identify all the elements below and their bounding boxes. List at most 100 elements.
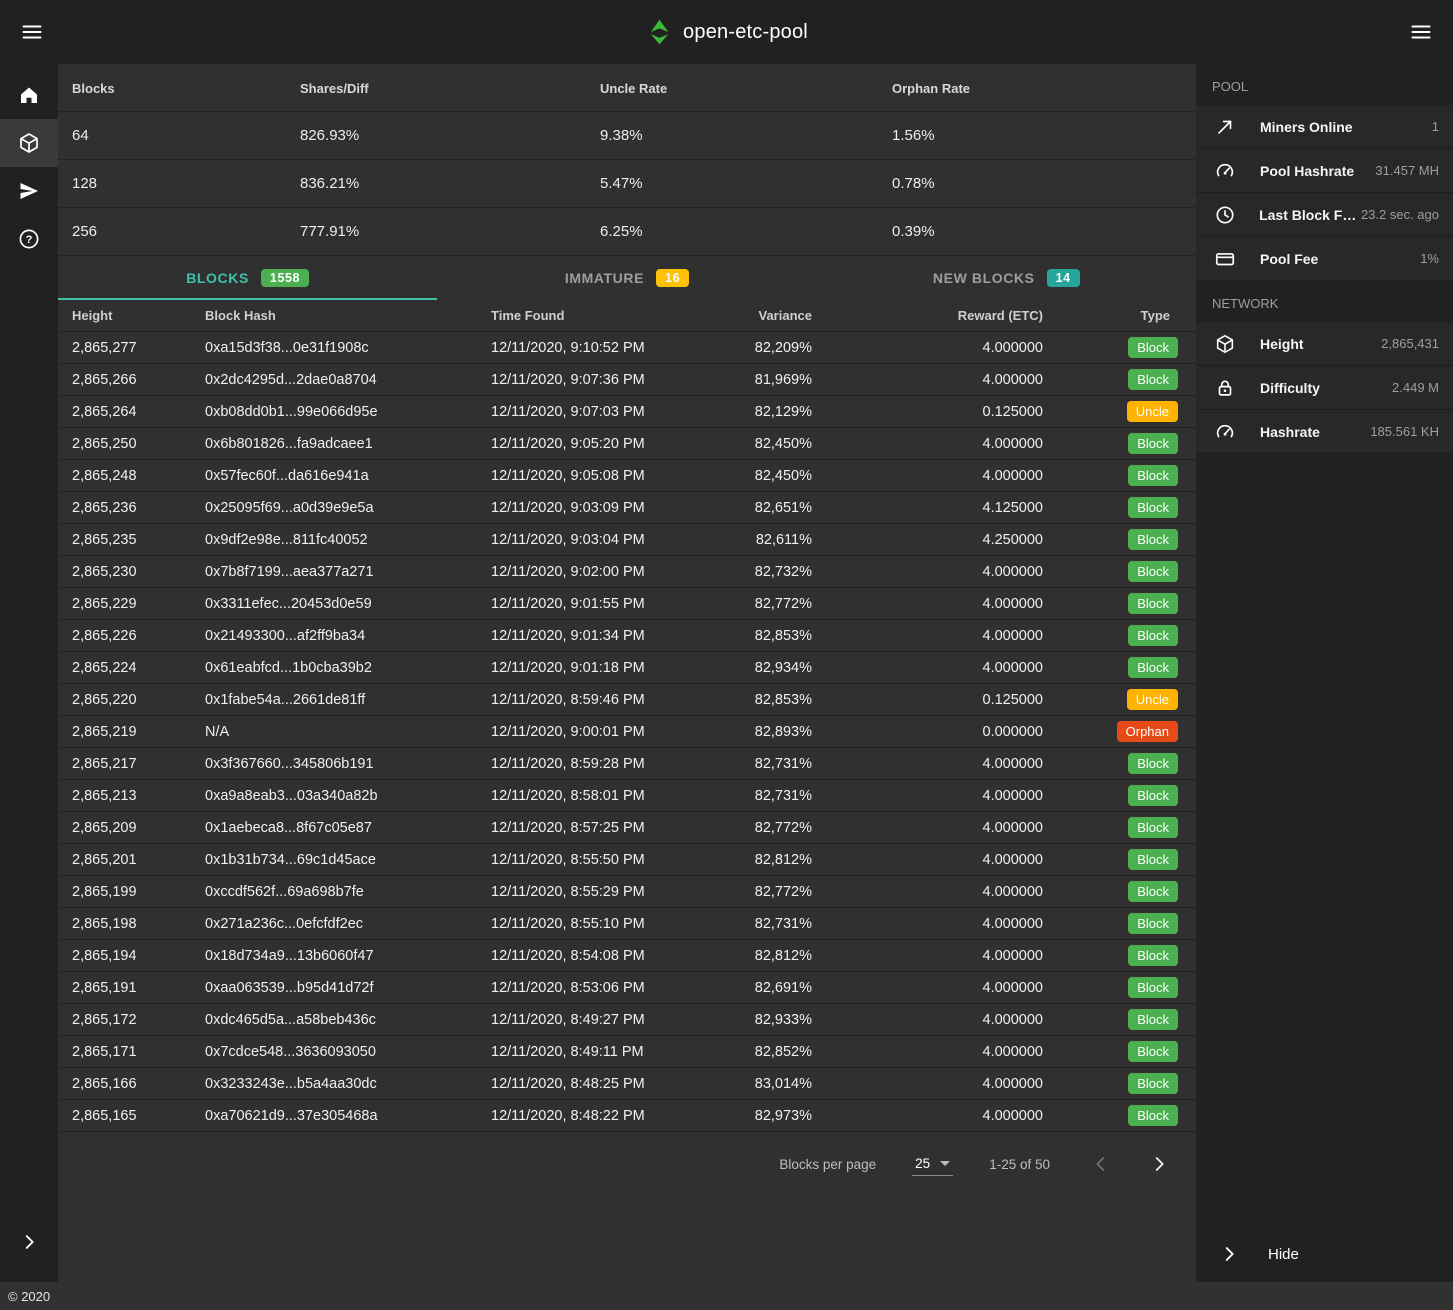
block-hash-cell: 0x57fec60f...da616e941a: [205, 468, 491, 484]
right-menu-button[interactable]: [1401, 12, 1441, 52]
time-found-cell: 12/11/2020, 8:59:46 PM: [491, 692, 737, 708]
table-row[interactable]: 2,865,209 0x1aebeca8...8f67c05e87 12/11/…: [58, 812, 1196, 844]
tab-immature[interactable]: IMMATURE 16: [437, 256, 816, 300]
variance-cell: 82,209%: [737, 340, 812, 356]
nav-menu-button[interactable]: [12, 12, 52, 52]
block-height-cell: 2,865,230: [72, 564, 205, 580]
table-row[interactable]: 2,865,220 0x1fabe54a...2661de81ff 12/11/…: [58, 684, 1196, 716]
stat-value: 23.2 sec. ago: [1361, 207, 1439, 222]
type-cell: Block: [1043, 625, 1182, 646]
type-chip: Block: [1128, 753, 1178, 774]
table-row[interactable]: 2,865,199 0xccdf562f...69a698b7fe 12/11/…: [58, 876, 1196, 908]
variance-cell: 82,129%: [737, 404, 812, 420]
block-hash-cell: N/A: [205, 724, 491, 740]
table-row[interactable]: 2,865,171 0x7cdce548...3636093050 12/11/…: [58, 1036, 1196, 1068]
sidebar-item-help[interactable]: ?: [0, 215, 58, 263]
variance-cell: 82,651%: [737, 500, 812, 516]
reward-cell: 4.000000: [812, 948, 1043, 964]
reward-cell: 4.125000: [812, 500, 1043, 516]
table-row[interactable]: 2,865,235 0x9df2e98e...811fc40052 12/11/…: [58, 524, 1196, 556]
type-cell: Block: [1043, 657, 1182, 678]
tabs: BLOCKS 1558 IMMATURE 16 NEW BLOCKS 14: [58, 256, 1196, 300]
table-row[interactable]: 2,865,165 0xa70621d9...37e305468a 12/11/…: [58, 1100, 1196, 1132]
table-row[interactable]: 2,865,166 0x3233243e...b5a4aa30dc 12/11/…: [58, 1068, 1196, 1100]
table-row[interactable]: 2,865,236 0x25095f69...a0d39e9e5a 12/11/…: [58, 492, 1196, 524]
variance-cell: 82,852%: [737, 1044, 812, 1060]
tab-blocks[interactable]: BLOCKS 1558: [58, 256, 437, 300]
blocks-table-header: Height Block Hash Time Found Variance Re…: [58, 300, 1196, 332]
time-found-cell: 12/11/2020, 9:01:55 PM: [491, 596, 737, 612]
block-hash-cell: 0x7cdce548...3636093050: [205, 1044, 491, 1060]
reward-cell: 4.000000: [812, 1012, 1043, 1028]
network-section-title: NETWORK: [1196, 281, 1453, 322]
table-row[interactable]: 2,865,219 N/A 12/11/2020, 9:00:01 PM 82,…: [58, 716, 1196, 748]
stat-value: 2,865,431: [1381, 336, 1439, 351]
stat-list-item: Difficulty 2.449 M: [1196, 366, 1453, 410]
sidebar-item-home[interactable]: [0, 71, 58, 119]
stat-shares-diff-value: 826.93%: [300, 127, 600, 144]
blocks-icon: [17, 131, 41, 155]
stat-list-item: Pool Fee 1%: [1196, 237, 1453, 281]
time-found-cell: 12/11/2020, 8:59:28 PM: [491, 756, 737, 772]
table-row[interactable]: 2,865,266 0x2dc4295d...2dae0a8704 12/11/…: [58, 364, 1196, 396]
table-row[interactable]: 2,865,264 0xb08dd0b1...99e066d95e 12/11/…: [58, 396, 1196, 428]
column-header: Block Hash: [205, 308, 491, 323]
stat-shares-diff-value: 777.91%: [300, 223, 600, 240]
pagination-range: 1-25 of 50: [989, 1157, 1050, 1172]
stat-blocks-value: 64: [72, 127, 300, 144]
brand: open-etc-pool: [645, 18, 808, 46]
stat-value: 185.561 KH: [1370, 424, 1439, 439]
sidebar-item-blocks[interactable]: [0, 119, 58, 167]
type-chip: Block: [1128, 369, 1178, 390]
table-row[interactable]: 2,865,248 0x57fec60f...da616e941a 12/11/…: [58, 460, 1196, 492]
table-row[interactable]: 2,865,229 0x3311efec...20453d0e59 12/11/…: [58, 588, 1196, 620]
payment-icon: [1214, 248, 1238, 270]
time-found-cell: 12/11/2020, 8:48:22 PM: [491, 1108, 737, 1124]
table-row[interactable]: 2,865,226 0x21493300...af2ff9ba34 12/11/…: [58, 620, 1196, 652]
previous-page-button[interactable]: [1086, 1149, 1116, 1179]
block-height-cell: 2,865,248: [72, 468, 205, 484]
stat-label: Difficulty: [1260, 380, 1320, 396]
table-row[interactable]: 2,865,191 0xaa063539...b95d41d72f 12/11/…: [58, 972, 1196, 1004]
table-row[interactable]: 2,865,201 0x1b31b734...69c1d45ace 12/11/…: [58, 844, 1196, 876]
variance-cell: 82,893%: [737, 724, 812, 740]
home-icon: [17, 83, 41, 107]
table-row[interactable]: 2,865,230 0x7b8f7199...aea377a271 12/11/…: [58, 556, 1196, 588]
column-header: Type: [1043, 308, 1182, 323]
tab-new-blocks[interactable]: NEW BLOCKS 14: [817, 256, 1196, 300]
clock-icon: [1214, 204, 1237, 226]
stats-row: 128 836.21% 5.47% 0.78%: [58, 160, 1196, 208]
left-nav: ?: [0, 64, 58, 1282]
hide-sidebar-button[interactable]: Hide: [1196, 1226, 1453, 1282]
type-chip: Block: [1128, 657, 1178, 678]
menu-icon: [1409, 20, 1433, 44]
table-row[interactable]: 2,865,277 0xa15d3f38...0e31f1908c 12/11/…: [58, 332, 1196, 364]
table-row[interactable]: 2,865,224 0x61eabfcd...1b0cba39b2 12/11/…: [58, 652, 1196, 684]
menu-icon: [20, 20, 44, 44]
sidebar-spacer: [0, 263, 58, 1214]
type-chip: Block: [1128, 977, 1178, 998]
variance-cell: 82,731%: [737, 788, 812, 804]
table-row[interactable]: 2,865,194 0x18d734a9...13b6060f47 12/11/…: [58, 940, 1196, 972]
block-hash-cell: 0xaa063539...b95d41d72f: [205, 980, 491, 996]
gauge-icon: [1214, 160, 1238, 182]
type-chip: Block: [1128, 625, 1178, 646]
expand-sidebar-button[interactable]: [0, 1214, 58, 1270]
type-cell: Block: [1043, 433, 1182, 454]
table-row[interactable]: 2,865,213 0xa9a8eab3...03a340a82b 12/11/…: [58, 780, 1196, 812]
block-height-cell: 2,865,217: [72, 756, 205, 772]
chevron-left-icon: [1090, 1153, 1112, 1175]
next-page-button[interactable]: [1144, 1149, 1174, 1179]
rows-per-page-select[interactable]: 25: [912, 1153, 953, 1176]
reward-cell: 4.000000: [812, 436, 1043, 452]
type-chip: Block: [1128, 849, 1178, 870]
footer: © 2020: [0, 1282, 1453, 1310]
type-chip: Block: [1128, 433, 1178, 454]
table-row[interactable]: 2,865,217 0x3f367660...345806b191 12/11/…: [58, 748, 1196, 780]
reward-cell: 4.000000: [812, 468, 1043, 484]
sidebar-item-payouts[interactable]: [0, 167, 58, 215]
table-row[interactable]: 2,865,250 0x6b801826...fa9adcaee1 12/11/…: [58, 428, 1196, 460]
table-row[interactable]: 2,865,198 0x271a236c...0efcfdf2ec 12/11/…: [58, 908, 1196, 940]
variance-cell: 82,772%: [737, 820, 812, 836]
table-row[interactable]: 2,865,172 0xdc465d5a...a58beb436c 12/11/…: [58, 1004, 1196, 1036]
